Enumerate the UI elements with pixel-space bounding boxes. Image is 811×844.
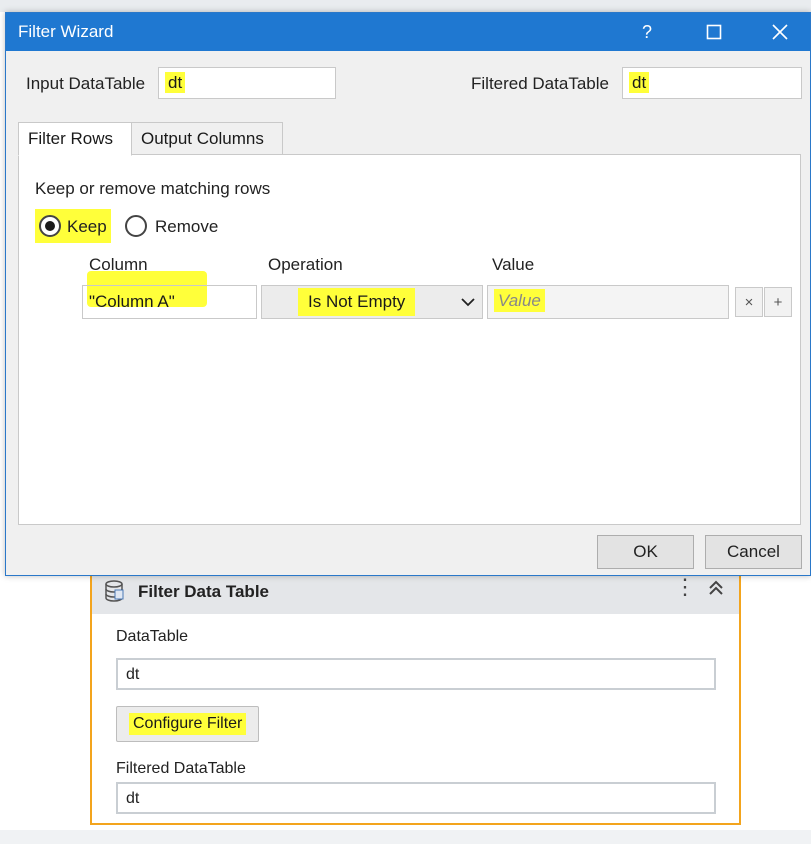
filtered-datatable-label: Filtered DataTable [116,760,246,777]
dialog-titlebar: Filter Wizard ? [6,13,810,51]
filtered-datatable-value: dt [629,72,650,93]
operation-header: Operation [268,255,343,274]
configure-filter-label: Configure Filter [129,713,247,735]
ok-button[interactable]: OK [597,535,694,569]
add-row-button[interactable]: + [764,287,792,317]
remove-radio[interactable] [125,215,147,237]
tab-filter-rows[interactable]: Filter Rows [18,122,132,156]
column-input[interactable]: "Column A" [82,285,257,319]
close-icon [772,24,788,40]
database-icon [105,580,124,602]
background-canvas [0,830,811,844]
filtered-datatable-input[interactable]: dt [116,782,716,814]
dialog-title: Filter Wizard [18,22,114,41]
keep-radio-dot [45,221,55,231]
configure-filter-button[interactable]: Configure Filter [116,706,260,742]
background-toolbar [0,0,811,12]
close-button[interactable] [755,13,805,51]
remove-label: Remove [155,217,219,236]
datatable-input[interactable]: dt [116,658,716,690]
datatable-label: DataTable [116,628,189,645]
filter-wizard-dialog: Filter Wizard ? Input DataTable dt Filte… [5,12,811,576]
filtered-datatable-field[interactable]: dt [622,67,802,99]
operation-select-value: Is Not Empty [298,288,416,316]
tab-output-columns[interactable]: Output Columns [131,122,283,155]
maximize-button[interactable] [689,13,739,51]
value-input-placeholder: Value [494,289,545,312]
filtered-datatable-label: Filtered DataTable [471,74,609,93]
collapse-icon[interactable] [706,578,726,598]
column-input-value: "Column A" [89,292,175,311]
filter-rows-panel: Keep or remove matching rows Keep Remove… [18,154,801,525]
operation-select[interactable]: Is Not Empty [261,285,483,319]
input-datatable-value: dt [165,72,186,93]
more-options-icon[interactable]: ⋮ [674,576,696,598]
keep-remove-label: Keep or remove matching rows [35,179,271,198]
keep-radio[interactable] [39,215,61,237]
cancel-button[interactable]: Cancel [705,535,802,569]
value-header: Value [492,255,535,274]
chevron-down-icon [461,298,475,307]
input-datatable-field[interactable]: dt [158,67,336,99]
activity-title: Filter Data Table [138,582,269,601]
maximize-icon [706,24,722,40]
value-input[interactable]: Value [487,285,729,319]
keep-label: Keep [67,217,107,236]
input-datatable-label: Input DataTable [26,74,146,93]
remove-row-button[interactable]: × [735,287,763,317]
filter-data-table-activity[interactable]: Filter Data Table ⋮ DataTable dt Configu… [90,560,741,825]
help-button[interactable]: ? [622,13,672,51]
